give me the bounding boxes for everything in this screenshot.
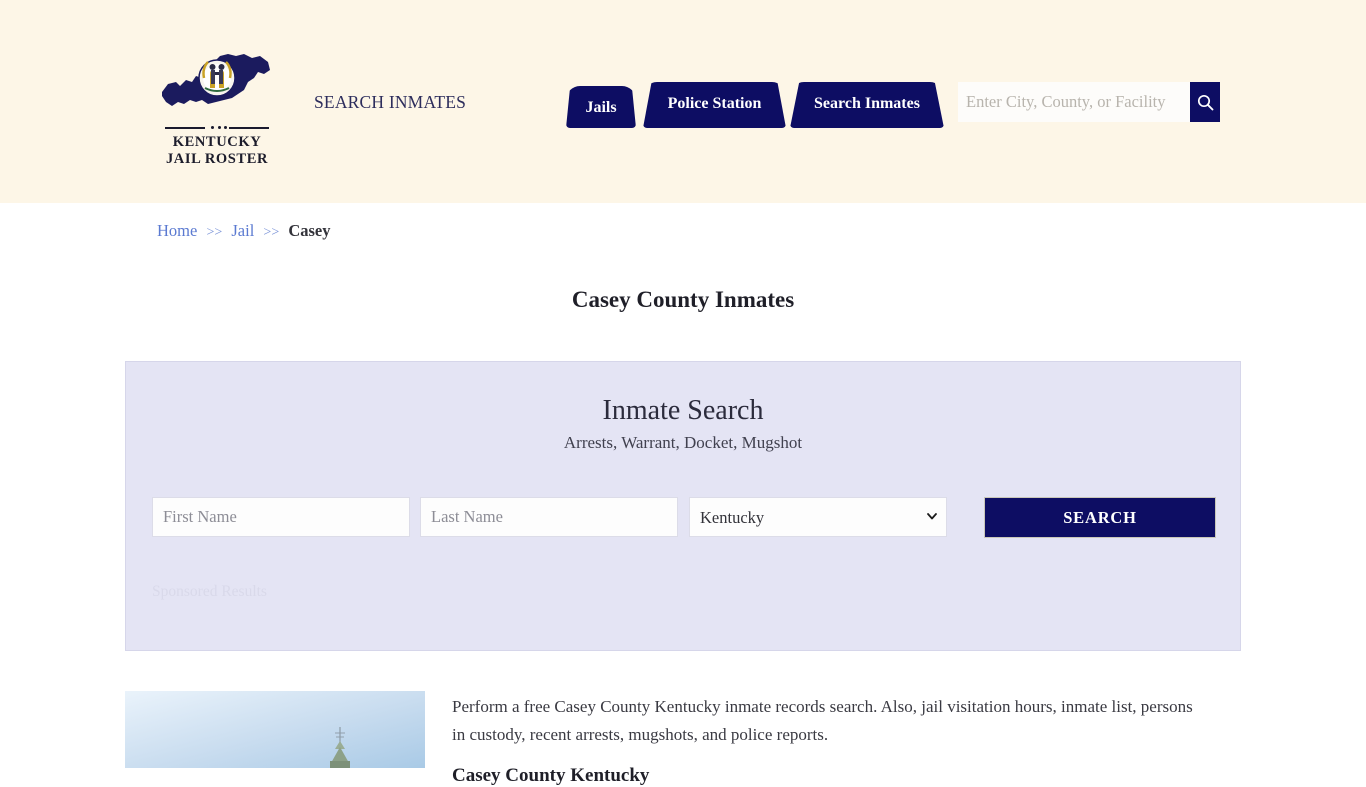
header-search-input[interactable] xyxy=(958,82,1190,122)
site-tagline: SEARCH INMATES xyxy=(314,92,467,112)
brand-divider xyxy=(165,124,269,131)
site-logo[interactable]: KENTUCKY JAIL ROSTER xyxy=(157,48,277,168)
search-submit-button[interactable]: SEARCH xyxy=(984,497,1216,538)
content-text-block: Perform a free Casey County Kentucky inm… xyxy=(452,693,1197,787)
breadcrumb: Home >> Jail >> Casey xyxy=(157,221,331,241)
breadcrumb-separator: >> xyxy=(263,225,280,240)
nav-tab-police-station[interactable]: Police Station xyxy=(643,82,786,128)
courthouse-photo xyxy=(125,691,425,768)
brand-name-line2: JAIL ROSTER xyxy=(165,151,269,167)
last-name-input[interactable] xyxy=(420,497,678,537)
content-paragraph: Perform a free Casey County Kentucky inm… xyxy=(452,697,1193,744)
brand-name-line1: KENTUCKY xyxy=(172,134,262,150)
content-heading: Casey County Kentucky xyxy=(452,765,650,786)
nav-tab-jails[interactable]: Jails xyxy=(566,86,636,128)
nav-tab-search-inmates[interactable]: Search Inmates xyxy=(790,82,944,128)
state-select[interactable]: Kentucky xyxy=(689,497,947,537)
kentucky-state-map-icon xyxy=(158,48,276,120)
header-search-button[interactable] xyxy=(1190,82,1220,122)
site-header: KENTUCKY JAIL ROSTER SEARCH INMATES Jail… xyxy=(0,0,1366,203)
search-icon xyxy=(1197,94,1213,110)
breadcrumb-separator: >> xyxy=(206,225,223,240)
breadcrumb-current: Casey xyxy=(288,221,331,240)
page-title: Casey County Inmates xyxy=(571,287,795,313)
panel-title: Inmate Search xyxy=(602,395,764,426)
panel-subtitle: Arrests, Warrant, Docket, Mugshot xyxy=(563,433,803,452)
content-section: Perform a free Casey County Kentucky inm… xyxy=(0,691,1366,786)
inmate-search-panel: Inmate Search Arrests, Warrant, Docket, … xyxy=(125,361,1241,651)
first-name-input[interactable] xyxy=(152,497,410,537)
breadcrumb-link-home[interactable]: Home xyxy=(157,221,197,240)
sponsored-results-label: Sponsored Results xyxy=(152,583,267,600)
breadcrumb-link-jail[interactable]: Jail xyxy=(231,221,254,240)
header-search xyxy=(958,82,1220,122)
inmate-search-form: Kentucky SEARCH xyxy=(152,497,1216,541)
